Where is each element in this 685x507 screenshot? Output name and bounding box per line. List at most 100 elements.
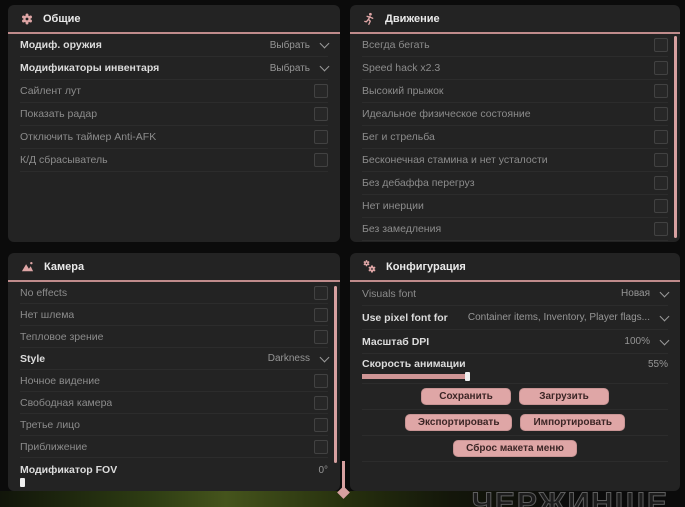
export-button[interactable]: Экспортировать [404, 414, 513, 431]
checkbox[interactable] [314, 84, 328, 98]
settings-row: Третье лицо [20, 414, 328, 436]
checkbox[interactable] [654, 199, 668, 213]
setting-label: Ночное видение [20, 374, 100, 387]
panel-camera: Камера No effects Нет шлема Тепловое зрени… [8, 253, 340, 491]
dropdown-value: Container items, Inventory, Player flags… [467, 312, 650, 323]
checkbox[interactable] [314, 417, 328, 432]
checkbox[interactable] [654, 130, 668, 144]
setting-label: Тепловое зрение [20, 330, 104, 343]
checkbox[interactable] [314, 329, 328, 344]
settings-row: Экспортировать Импортировать [362, 410, 668, 436]
dropdown[interactable]: Container items, Inventory, Player flags… [467, 311, 670, 323]
settings-row: Сайлент лут [20, 80, 328, 103]
checkbox[interactable] [314, 439, 328, 454]
chevron-down-icon [319, 352, 330, 362]
scrollbar[interactable] [334, 286, 337, 463]
dropdown-value: Выбрать [269, 39, 310, 51]
checkbox[interactable] [314, 285, 328, 300]
setting-label: Speed hack x2.3 [362, 62, 441, 74]
save-button[interactable]: Сохранить [421, 388, 511, 405]
settings-row: Модиф. оружия Выбрать [20, 34, 330, 57]
setting-label: Третье лицо [20, 418, 80, 431]
mod-menu-screen: ЧЕРЖИНШЕ Общие Модиф. оружия Выбрать Модиф… [0, 0, 685, 507]
setting-label: Нет шлема [20, 308, 75, 321]
dropdown[interactable]: Darkness [267, 352, 330, 364]
slider-track[interactable] [20, 478, 328, 487]
setting-label: Style [20, 352, 46, 365]
panel-title: Движение [385, 12, 440, 25]
setting-label: Модиф. оружия [20, 39, 102, 51]
panel-general: Общие Модиф. оружия Выбрать Модификаторы и… [8, 5, 340, 242]
settings-row: Сохранить Загрузить [362, 384, 668, 410]
checkbox[interactable] [314, 107, 328, 121]
setting-label: No effects [20, 286, 68, 299]
checkbox[interactable] [654, 61, 668, 75]
slider-thumb[interactable] [465, 372, 471, 381]
settings-row: Всегда бегать [362, 34, 668, 57]
settings-row: Тепловое зрение [20, 326, 328, 348]
checkbox[interactable] [314, 130, 328, 144]
checkbox[interactable] [654, 38, 668, 52]
checkbox[interactable] [654, 84, 668, 98]
dropdown[interactable]: 100% [624, 335, 670, 347]
panel-title: Общие [43, 12, 81, 25]
setting-label: Модификаторы инвентаря [20, 62, 160, 74]
dropdown-value: 100% [624, 336, 650, 347]
dropdown[interactable]: Выбрать [269, 38, 330, 51]
panel-config: Конфигурация Visuals font Новая Use pixel … [350, 253, 680, 491]
panel-camera-header: Камера [8, 253, 340, 282]
dropdown[interactable]: Новая [621, 287, 670, 299]
import-button[interactable]: Импортировать [520, 414, 626, 431]
panel-movement: Движение Всегда бегать Speed hack x2.3 Выс… [350, 5, 680, 242]
chevron-down-icon [659, 311, 670, 321]
panel-movement-body: Всегда бегать Speed hack x2.3 Высокий прыж… [350, 34, 680, 241]
setting-label: Сайлент лут [20, 85, 82, 97]
chevron-down-icon [319, 38, 330, 49]
slider-value: 0° [318, 464, 328, 476]
slider-track[interactable] [362, 372, 557, 381]
checkbox[interactable] [314, 307, 328, 322]
settings-row: Speed hack x2.3 [362, 57, 668, 80]
panel-title: Камера [44, 260, 85, 273]
scrollbar[interactable] [674, 36, 677, 238]
settings-row: Свободная камера [20, 392, 328, 414]
gear-icon [22, 12, 32, 25]
gears-icon [363, 260, 376, 273]
settings-row: No effects [20, 282, 328, 304]
setting-label: Бесконечная стамина и нет усталости [362, 154, 548, 166]
settings-row: Модификаторы инвентаря Выбрать [20, 57, 330, 80]
settings-row: Use pixel font for Container items, Inven… [362, 306, 670, 330]
reset-menu-layout-button[interactable]: Сброс макета меню [453, 440, 577, 457]
slider-row-header: Скорость анимации 55% [362, 358, 668, 370]
load-button[interactable]: Загрузить [519, 388, 609, 405]
settings-row: Идеальное физическое состояние [362, 103, 668, 126]
checkbox[interactable] [654, 107, 668, 121]
settings-row: Сброс макета меню [362, 436, 668, 462]
settings-row: Style Darkness [20, 348, 330, 370]
panel-camera-body: No effects Нет шлема Тепловое зрение Style D… [8, 282, 340, 491]
setting-label: Отключить таймер Anti-AFK [20, 131, 157, 143]
checkbox[interactable] [654, 222, 668, 236]
slider-value: 55% [647, 358, 668, 370]
dropdown[interactable]: Выбрать [270, 61, 330, 74]
settings-row: Высокий прыжок [362, 80, 668, 103]
setting-label: Без дебаффа перегруз [362, 177, 475, 189]
settings-row: Нет шлема [20, 304, 328, 326]
checkbox[interactable] [314, 395, 328, 410]
checkbox[interactable] [314, 373, 328, 388]
setting-label: Visuals font [362, 287, 417, 300]
setting-label: Скорость анимации [362, 358, 466, 370]
panel-general-header: Общие [8, 5, 340, 34]
setting-label: Без замедления [362, 223, 442, 235]
settings-row: Без замедления [362, 218, 668, 241]
setting-label: К/Д сбрасыватель [20, 154, 108, 166]
dropdown-value: Darkness [267, 353, 310, 364]
slider-row-header: Модификатор FOV 0° [20, 464, 328, 476]
setting-label: Бег и стрельба [362, 131, 435, 143]
slider-fill [362, 374, 470, 379]
checkbox[interactable] [654, 153, 668, 167]
slider-thumb[interactable] [20, 478, 25, 487]
settings-row: Ночное видение [20, 370, 328, 392]
checkbox[interactable] [314, 153, 328, 167]
checkbox[interactable] [654, 176, 668, 190]
